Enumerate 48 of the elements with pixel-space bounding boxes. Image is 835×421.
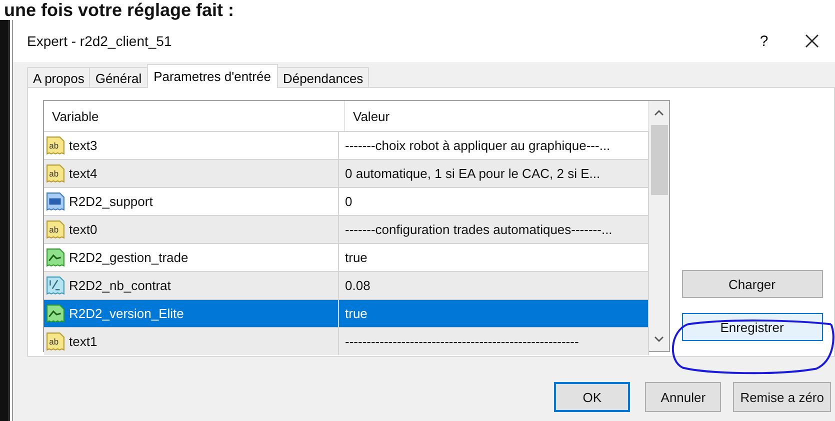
variable-value: 0.08	[345, 278, 370, 293]
scroll-up-icon[interactable]	[653, 109, 665, 117]
variable-value: -------configuration trades automatiques-------...	[345, 222, 612, 237]
variable-value: 0 automatique, 1 si EA pour le CAC, 2 si E...	[345, 166, 600, 181]
boolean-type-icon	[46, 304, 65, 323]
tab[interactable]: A propos	[27, 67, 90, 88]
tab[interactable]: Dépendances	[276, 67, 370, 88]
table-row[interactable]: ab text3 -------choix robot à appliquer au graphique---...	[44, 131, 649, 159]
variable-name: text4	[69, 166, 98, 181]
variable-value: 0	[345, 194, 352, 209]
scroll-thumb[interactable]	[650, 125, 668, 195]
text-type-icon: ab	[46, 164, 65, 183]
boolean-type-icon	[46, 248, 65, 267]
variable-value: -------choix robot à appliquer au graphique---...	[345, 138, 610, 153]
variable-name: R2D2_gestion_trade	[69, 250, 188, 265]
number-type-icon	[46, 192, 65, 211]
variable-name: R2D2_nb_contrat	[69, 278, 171, 293]
fraction-type-icon	[46, 276, 65, 295]
variable-name: text3	[69, 138, 98, 153]
scrollbar[interactable]	[649, 101, 669, 351]
help-button[interactable]: ?	[741, 20, 787, 62]
dialog-button[interactable]: OK	[554, 382, 630, 412]
side-button[interactable]: Enregistrer	[682, 313, 822, 341]
variable-name: text0	[69, 222, 98, 237]
table-row[interactable]: ab text0 -------configuration trades automatiques-------...	[44, 215, 649, 243]
dialog-button[interactable]: Annuler	[645, 382, 722, 412]
dialog-button[interactable]: Remise a zéro	[733, 382, 831, 412]
variable-value: ------------------------------------------------------	[345, 334, 579, 349]
variable-value: true	[345, 250, 368, 265]
table-row[interactable]: R2D2_version_Elite true	[44, 299, 649, 327]
table-row[interactable]: R2D2_gestion_trade true	[44, 243, 649, 271]
close-icon	[804, 33, 820, 49]
side-button[interactable]: Charger	[682, 270, 822, 298]
text-type-icon: ab	[46, 136, 65, 155]
table-row[interactable]: R2D2_support 0	[44, 187, 649, 215]
tab[interactable]: Parametres d'entrée	[146, 64, 278, 88]
table-row[interactable]: ab text1 ------------------------------------------------------	[44, 327, 649, 355]
scroll-down-icon[interactable]	[653, 335, 665, 343]
variable-name: text1	[69, 334, 98, 349]
table-row[interactable]: R2D2_nb_contrat 0.08	[44, 271, 649, 299]
window-title: Expert - r2d2_client_51	[27, 33, 173, 49]
variable-value: true	[345, 306, 368, 321]
heading-text: une fois votre réglage fait :	[3, 0, 236, 20]
variable-name: R2D2_version_Elite	[69, 306, 184, 321]
text-type-icon: ab	[46, 332, 65, 351]
variable-name: R2D2_support	[69, 194, 153, 209]
text-type-icon: ab	[46, 220, 65, 239]
table-row[interactable]: ab text4 0 automatique, 1 si EA pour le CAC, 2 si E...	[44, 159, 649, 187]
